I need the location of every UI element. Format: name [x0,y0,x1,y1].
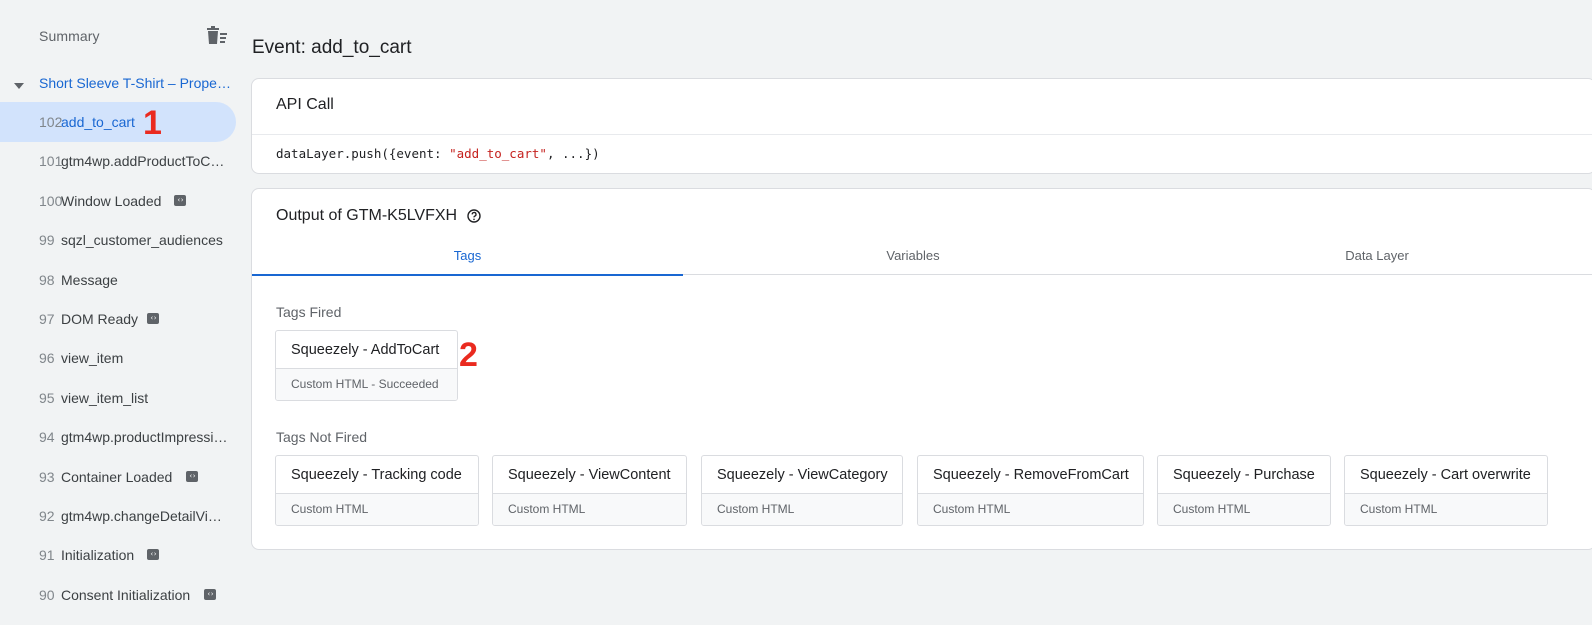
code-suffix: , ...}) [546,146,600,161]
tag-card[interactable]: Squeezely - Tracking code Custom HTML [275,455,479,526]
tag-card[interactable]: Squeezely - ViewContent Custom HTML [492,455,687,526]
event-number: 91 [39,547,55,564]
event-label: gtm4wp.changeDetailViewEEC [61,508,229,524]
sidebar-event-item[interactable]: 94 gtm4wp.productImpressionEEC [0,417,236,457]
tags-fired-heading: Tags Fired [276,304,342,320]
code-event-icon: ‹› [147,313,159,324]
tag-status: Custom HTML [918,493,1143,525]
code-event-icon: ‹› [204,588,216,600]
annotation-marker-1: 1 [143,104,162,142]
sidebar-event-item[interactable]: 99 sqzl_customer_audiences [0,220,236,260]
event-number: 93 [39,468,55,485]
tag-name: Squeezely - ViewContent [508,467,671,483]
sidebar-event-item[interactable]: 93 Container Loaded ‹› [0,457,236,497]
tab-data-layer[interactable]: Data Layer [1143,237,1592,275]
sidebar-event-item[interactable]: 90 Consent Initialization ‹› [0,575,236,615]
tag-card[interactable]: Squeezely - AddToCart Custom HTML - Succe… [275,330,458,401]
divider [252,134,1592,135]
event-title: Event: add_to_cart [252,37,412,58]
event-label: gtm4wp.addProductToCartEEC [61,153,229,170]
help-icon[interactable] [467,209,481,223]
api-call-card: API Call dataLayer.push({event: "add_to_… [251,78,1592,174]
tab-tags[interactable]: Tags [252,237,683,276]
event-label: Message [61,271,118,288]
event-number: 96 [39,350,55,367]
event-label: sqzl_customer_audiences [61,232,223,249]
api-call-code: dataLayer.push({event: "add_to_cart", ..… [276,146,600,161]
tag-card[interactable]: Squeezely - Cart overwrite Custom HTML [1344,455,1548,526]
event-number: 100 [39,192,63,209]
tag-card[interactable]: Squeezely - ViewCategory Custom HTML [701,455,903,526]
tags-not-fired-heading: Tags Not Fired [276,429,368,445]
tag-name: Squeezely - RemoveFromCart [933,467,1129,483]
event-sidebar: Summary Short Sleeve T-Shirt – Propertie… [0,0,244,625]
tag-name: Squeezely - ViewCategory [717,467,888,483]
event-number: 90 [39,586,55,603]
event-number: 102 [39,114,63,130]
event-label: Initialization [61,547,135,564]
output-tabs: Tags Variables Data Layer [252,237,1592,276]
tab-variables[interactable]: Variables [683,237,1143,275]
sidebar-event-item[interactable]: 101gtm4wp.addProductToCartEEC [0,141,236,181]
code-event-icon: ‹› [174,194,186,206]
sidebar-header: Summary [0,18,244,54]
tag-name: Squeezely - Purchase [1173,467,1315,483]
event-number: 94 [39,429,55,446]
event-label: add_to_cart [61,114,135,130]
clear-messages-icon[interactable] [204,24,230,48]
event-number: 95 [39,389,55,406]
code-event-icon: ‹› [186,470,198,482]
code-prefix: dataLayer.push({event: [276,146,450,161]
code-event-string: "add_to_cart" [449,146,547,161]
output-title: Output of GTM-K5LVFXH [276,207,458,224]
event-number: 101 [39,153,63,170]
tag-name: Squeezely - Cart overwrite [1360,467,1531,483]
event-label: DOM Ready [61,311,139,327]
event-label: view_item_list [61,389,149,406]
sidebar-event-item[interactable]: 95 view_item_list [0,378,236,418]
sidebar-event-item[interactable]: 91 Initialization ‹› [0,535,236,575]
sidebar-event-item[interactable]: 96 view_item [0,338,236,378]
event-label: view_item [61,350,124,367]
sidebar-event-item[interactable]: 102 add_to_cart [0,102,236,142]
event-number: 92 [39,508,55,524]
event-number: 97 [39,311,55,327]
event-label: Consent Initialization [61,586,191,603]
tag-card[interactable]: Squeezely - Purchase Custom HTML [1157,455,1331,526]
code-event-icon: ‹› [147,549,159,561]
tag-card[interactable]: Squeezely - RemoveFromCart Custom HTML [917,455,1144,526]
event-number: 99 [39,232,55,249]
event-label: gtm4wp.productImpressionEEC [61,429,229,446]
tag-name: Squeezely - Tracking code [291,467,462,483]
sidebar-event-item[interactable]: 98 Message [0,260,236,300]
sidebar-page-group[interactable]: Short Sleeve T-Shirt – Properties … [0,66,244,100]
api-call-title: API Call [276,96,334,113]
tag-status: Custom HTML [702,493,902,525]
tag-status: Custom HTML [493,493,686,525]
summary-link[interactable]: Summary [39,28,100,44]
event-number: 98 [39,271,55,288]
event-label: Window Loaded [61,192,162,209]
page-group-label: Short Sleeve T-Shirt – Properties … [39,75,235,91]
event-label: Container Loaded [61,468,173,485]
caret-down-icon[interactable] [13,78,25,89]
tag-status: Custom HTML [1158,493,1330,525]
tag-name: Squeezely - AddToCart [291,342,440,358]
sidebar-event-item[interactable]: 97 DOM Ready ‹› [0,299,236,339]
sidebar-event-item[interactable]: 100 Window Loaded ‹› [0,181,236,221]
tag-status: Custom HTML [1345,493,1547,525]
annotation-marker-2: 2 [459,336,478,374]
tag-status: Custom HTML - Succeeded [276,368,457,400]
tag-status: Custom HTML [276,493,478,525]
sidebar-event-item[interactable]: 92 gtm4wp.changeDetailViewEEC [0,496,236,536]
output-card: Output of GTM-K5LVFXH Tags Variables Dat… [251,188,1592,550]
